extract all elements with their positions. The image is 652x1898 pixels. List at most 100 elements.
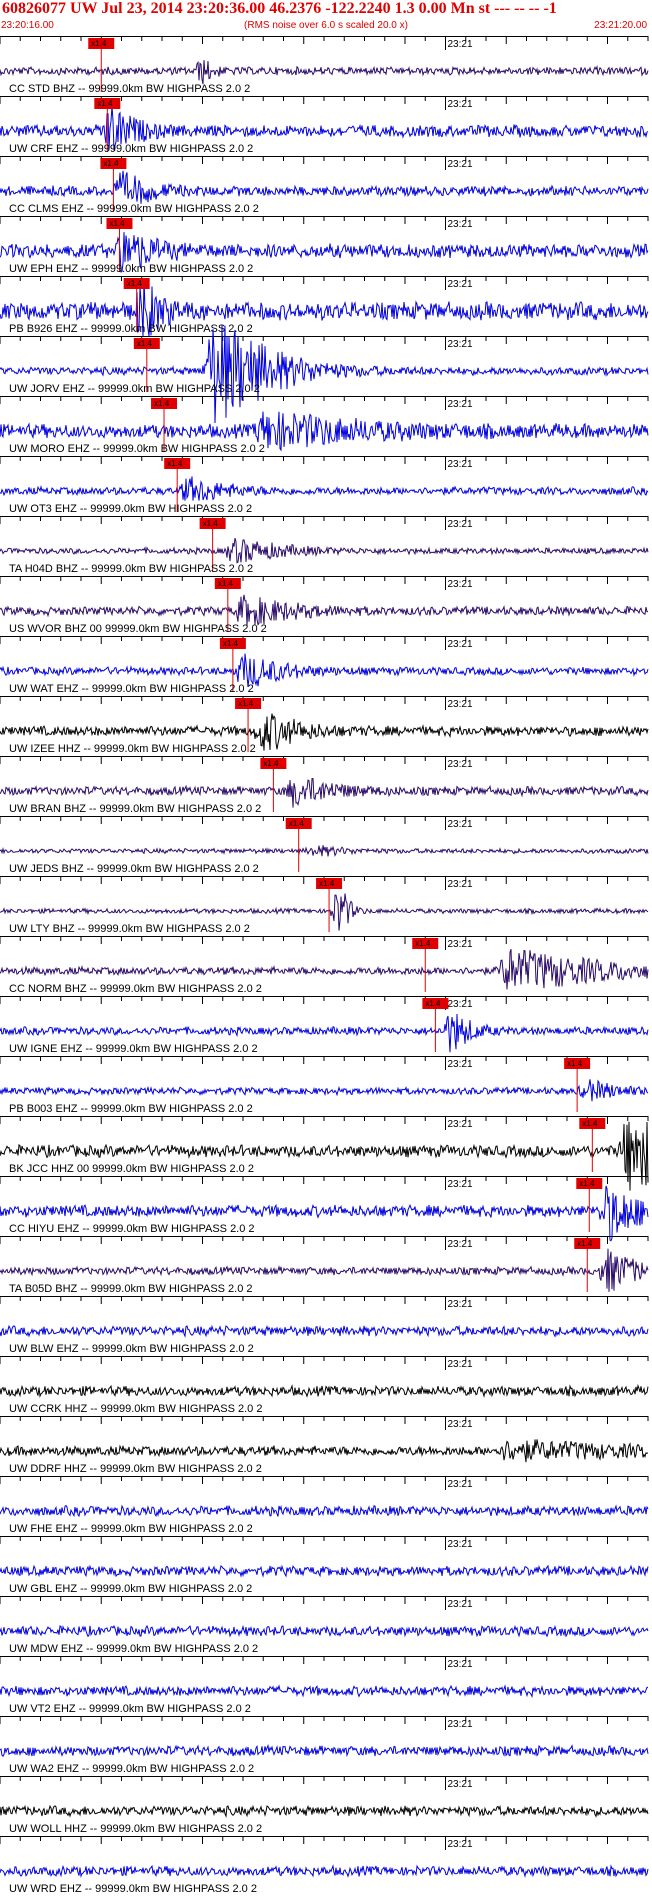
pick-label: x1.4 bbox=[289, 819, 305, 828]
pick-label: x1.4 bbox=[97, 99, 113, 108]
trace-panel: 23:21 x1.4 PB B003 EHZ -- 99999.0km BW HIG… bbox=[0, 1056, 649, 1115]
minute-label: 23:21 bbox=[448, 459, 473, 470]
minute-label: 23:21 bbox=[448, 1659, 473, 1670]
trace-panel: 23:21 x1.4 CC STD BHZ -- 99999.0km BW HIGH… bbox=[0, 36, 649, 95]
minute-label: 23:21 bbox=[448, 1539, 473, 1550]
trace-panel: 23:21 x1.4 TA B05D BHZ -- 99999.0km BW HIG… bbox=[0, 1236, 649, 1295]
minute-label: 23:21 bbox=[448, 1299, 473, 1310]
trace-label: UW IZEE HHZ -- 99999.0km BW HIGHPASS 2.0… bbox=[9, 743, 256, 755]
minute-label: 23:21 bbox=[448, 1599, 473, 1610]
waveform bbox=[0, 1804, 649, 1818]
trace-label: UW BRAN BHZ -- 99999.0km BW HIGHPASS 2.0… bbox=[9, 803, 261, 815]
trace-label: PB B926 EHZ -- 99999.0km BW HIGHPASS 2.0… bbox=[9, 323, 253, 335]
pick-label: x1.4 bbox=[577, 1239, 593, 1248]
end-time: 23:21:20.00 bbox=[594, 20, 647, 31]
trace-panel: 23:21 x1.4 UW JORV EHZ -- 99999.0km BW HIG… bbox=[0, 324, 649, 424]
minute-label: 23:21 bbox=[448, 159, 473, 170]
minute-label: 23:21 bbox=[448, 1239, 473, 1250]
trace-label: UW CRF EHZ -- 99999.0km BW HIGHPASS 2.0 … bbox=[9, 143, 253, 155]
minute-label: 23:21 bbox=[448, 339, 473, 350]
trace-panel: 23:21 UW VT2 EHZ -- 99999.0km BW HIGHPASS… bbox=[0, 1656, 649, 1715]
trace-panel: 23:21 UW WOLL HHZ -- 99999.0km BW HIGHPAS… bbox=[0, 1776, 649, 1835]
waveform bbox=[0, 1864, 649, 1879]
trace-label: UW FHE EHZ -- 99999.0km BW HIGHPASS 2.0 … bbox=[9, 1523, 253, 1535]
minute-label: 23:21 bbox=[448, 699, 473, 710]
pick-label: x1.4 bbox=[167, 459, 183, 468]
minute-label: 23:21 bbox=[448, 1119, 473, 1130]
event-title: 60826077 UW Jul 23, 2014 23:20:36.00 46.… bbox=[2, 0, 557, 17]
trace-label: UW WOLL HHZ -- 99999.0km BW HIGHPASS 2.0… bbox=[9, 1823, 262, 1835]
trace-panel: 23:21 x1.4 UW CRF EHZ -- 99999.0km BW HIGH… bbox=[0, 96, 649, 155]
pick-label: x1.4 bbox=[582, 1119, 598, 1128]
rms-note: (RMS noise over 6.0 s scaled 20.0 x) bbox=[244, 20, 408, 31]
minute-label: 23:21 bbox=[448, 999, 473, 1010]
trace-label: PB B003 EHZ -- 99999.0km BW HIGHPASS 2.0… bbox=[9, 1103, 253, 1115]
trace-panel: 23:21 UW WA2 EHZ -- 99999.0km BW HIGHPASS… bbox=[0, 1716, 649, 1775]
minute-label: 23:21 bbox=[448, 399, 473, 410]
pick-label: x1.4 bbox=[567, 1059, 583, 1068]
minute-label: 23:21 bbox=[448, 579, 473, 590]
waveform bbox=[0, 1743, 649, 1758]
pick-label: x1.4 bbox=[203, 519, 219, 528]
trace-label: UW LTY BHZ -- 99999.0km BW HIGHPASS 2.0 … bbox=[9, 923, 250, 935]
trace-panel: 23:21 UW GBL EHZ -- 99999.0km BW HIGHPASS… bbox=[0, 1536, 649, 1595]
trace-panel: 23:21 x1.4 UW JEDS BHZ -- 99999.0km BW HIG… bbox=[0, 816, 649, 875]
waveform bbox=[0, 1439, 649, 1463]
trace-label: UW MDW EHZ -- 99999.0km BW HIGHPASS 2.0 … bbox=[9, 1643, 258, 1655]
trace-panel: 23:21 UW DDRF HHZ -- 99999.0km BW HIGHPAS… bbox=[0, 1416, 649, 1475]
trace-panel: 23:21 x1.4 CC HIYU EHZ -- 99999.0km BW HIG… bbox=[0, 1176, 649, 1242]
trace-panel: 23:21 x1.4 UW EPH EHZ -- 99999.0km BW HIGH… bbox=[0, 216, 649, 275]
pick-label: x1.4 bbox=[579, 1179, 595, 1188]
pick-label: x1.4 bbox=[218, 579, 234, 588]
pick-label: x1.4 bbox=[223, 639, 239, 648]
minute-label: 23:21 bbox=[448, 1719, 473, 1730]
trace-label: UW CCRK HHZ -- 99999.0km BW HIGHPASS 2.0… bbox=[9, 1403, 262, 1415]
trace-panel: 23:21 x1.4 TA H04D BHZ -- 99999.0km BW HIG… bbox=[0, 516, 649, 575]
minute-label: 23:21 bbox=[448, 99, 473, 110]
pick-label: x1.4 bbox=[154, 399, 170, 408]
trace-label: BK JCC HHZ 00 99999.0km BW HIGHPASS 2.0 … bbox=[9, 1163, 254, 1175]
pick-label: x1.4 bbox=[425, 999, 441, 1008]
trace-label: CC NORM BHZ -- 99999.0km BW HIGHPASS 2.0… bbox=[9, 983, 262, 995]
minute-label: 23:21 bbox=[448, 819, 473, 830]
waveform bbox=[0, 1624, 649, 1638]
pick-label: x1.4 bbox=[415, 939, 431, 948]
trace-panel: 23:21 x1.4 UW BRAN BHZ -- 99999.0km BW HIG… bbox=[0, 756, 649, 815]
trace-panel: 23:21 x1.4 CC NORM BHZ -- 99999.0km BW HIG… bbox=[0, 936, 649, 995]
trace-label: UW IGNE EHZ -- 99999.0km BW HIGHPASS 2.0… bbox=[9, 1043, 258, 1055]
trace-panel: 23:21 x1.4 PB B926 EHZ -- 99999.0km BW HIG… bbox=[0, 276, 649, 337]
seismogram-plot: 23:21 x1.4 CC STD BHZ -- 99999.0km BW HIGH… bbox=[0, 36, 649, 1895]
trace-label: CC CLMS EHZ -- 99999.0km BW HIGHPASS 2.0… bbox=[9, 203, 259, 215]
pick-label: x1.4 bbox=[103, 159, 119, 168]
trace-label: TA B05D BHZ -- 99999.0km BW HIGHPASS 2.0… bbox=[9, 1283, 253, 1295]
trace-panel: 23:21 x1.4 UW LTY BHZ -- 99999.0km BW HIGH… bbox=[0, 876, 649, 935]
minute-label: 23:21 bbox=[448, 939, 473, 950]
trace-label: US WVOR BHZ 00 99999.0km BW HIGHPASS 2.0… bbox=[9, 623, 267, 635]
waveform bbox=[0, 1324, 649, 1338]
pick-label: x1.4 bbox=[263, 759, 279, 768]
minute-label: 23:21 bbox=[448, 519, 473, 530]
minute-label: 23:21 bbox=[448, 1779, 473, 1790]
trace-label: CC HIYU EHZ -- 99999.0km BW HIGHPASS 2.0… bbox=[9, 1223, 255, 1235]
pick-label: x1.4 bbox=[109, 219, 125, 228]
trace-label: UW MORO EHZ -- 99999.0km BW HIGHPASS 2.0… bbox=[9, 443, 265, 455]
waveform bbox=[0, 1079, 649, 1102]
trace-label: TA H04D BHZ -- 99999.0km BW HIGHPASS 2.0… bbox=[9, 563, 253, 575]
waveform bbox=[0, 537, 649, 564]
trace-label: CC STD BHZ -- 99999.0km BW HIGHPASS 2.0 … bbox=[9, 83, 250, 95]
trace-panel: 23:21 UW FHE EHZ -- 99999.0km BW HIGHPASS… bbox=[0, 1476, 649, 1535]
minute-label: 23:21 bbox=[448, 879, 473, 890]
minute-label: 23:21 bbox=[448, 1179, 473, 1190]
waveform bbox=[0, 1564, 649, 1578]
minute-label: 23:21 bbox=[448, 759, 473, 770]
trace-panel: 23:21 x1.4 UW MORO EHZ -- 99999.0km BW HIG… bbox=[0, 396, 649, 455]
trace-label: UW WRD EHZ -- 99999.0km BW HIGHPASS 2.0 … bbox=[9, 1883, 257, 1895]
minute-label: 23:21 bbox=[448, 279, 473, 290]
waveform bbox=[0, 594, 649, 626]
header: 60826077 UW Jul 23, 2014 23:20:36.00 46.… bbox=[0, 0, 652, 36]
trace-label: UW WAT EHZ -- 99999.0km BW HIGHPASS 2.0 … bbox=[9, 683, 254, 695]
trace-label: UW EPH EHZ -- 99999.0km BW HIGHPASS 2.0 … bbox=[9, 263, 253, 275]
pick-label: x1.4 bbox=[319, 879, 335, 888]
minute-label: 23:21 bbox=[448, 39, 473, 50]
pick-label: x1.4 bbox=[91, 39, 107, 48]
